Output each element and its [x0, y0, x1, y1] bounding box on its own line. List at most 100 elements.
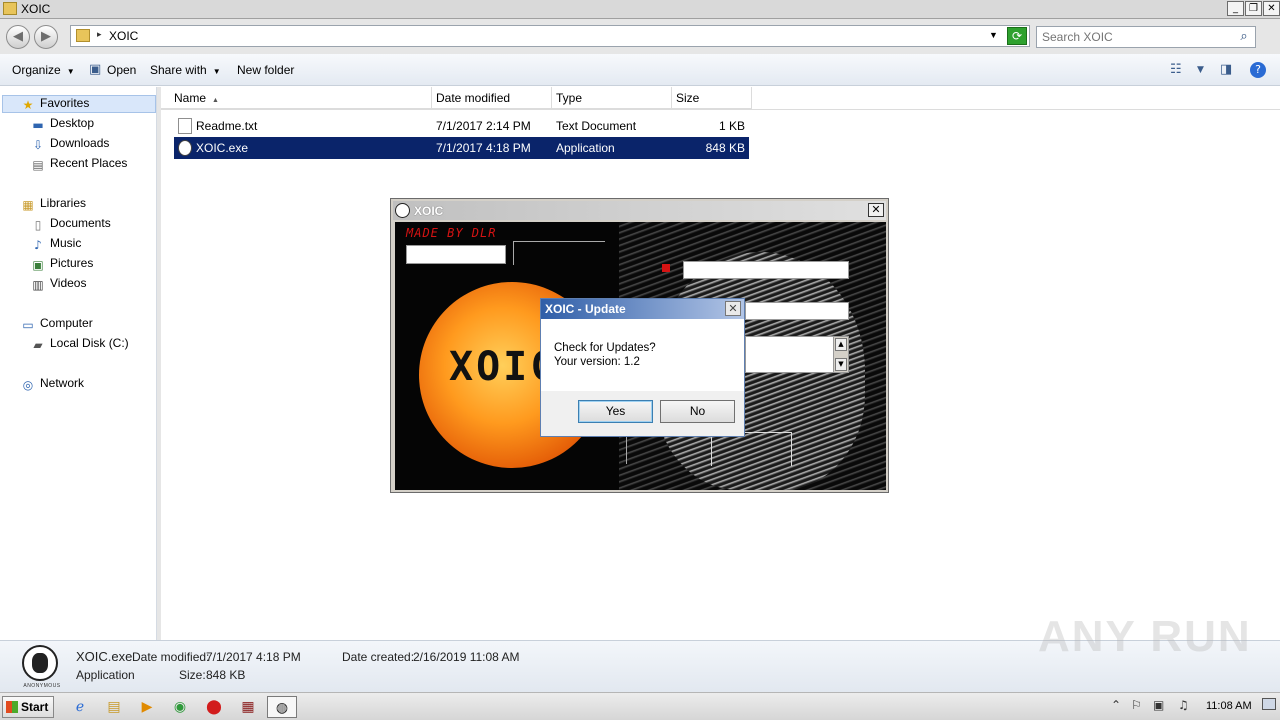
details-size-label: Size: — [179, 668, 206, 682]
file-row-xoic[interactable]: XOIC.exe 7/1/2017 4:18 PM Application 84… — [174, 137, 749, 159]
action-center-flag-icon[interactable]: ⚐ — [1131, 698, 1142, 712]
folder-icon — [3, 2, 17, 15]
show-hidden-icons[interactable]: ⌃ — [1111, 698, 1121, 712]
no-button[interactable]: No — [660, 400, 735, 423]
libraries-icon: ▦ — [22, 198, 34, 212]
column-header-type[interactable]: Type — [552, 87, 672, 109]
media-player-icon[interactable]: ▶ — [135, 696, 159, 718]
thumbnail-caption: ANONYMOUS — [23, 683, 61, 689]
forward-button[interactable]: ▶ — [34, 25, 58, 49]
column-header-size[interactable]: Size — [672, 87, 752, 109]
file-thumbnail: ANONYMOUS — [20, 645, 60, 689]
anonymous-app-icon — [178, 140, 192, 156]
yes-button[interactable]: Yes — [578, 400, 653, 423]
internet-explorer-icon[interactable]: ℯ — [68, 696, 92, 718]
details-created-value: 2/16/2019 11:08 AM — [413, 650, 520, 664]
nav-recent-places[interactable]: ▤ Recent Places — [30, 156, 127, 174]
update-dialog-content: Check for Updates? Your version: 1.2 — [541, 319, 744, 391]
anonymous-face-icon — [32, 653, 48, 673]
divider-line — [626, 434, 627, 464]
nav-music[interactable]: ♪ Music — [30, 236, 81, 254]
taskbar: Start ℯ ▤ ▶ ◉ ⬤ ▦ ◍ ⌃ ⚐ ▣ ♫ 11:08 AM — [0, 692, 1280, 720]
nav-documents[interactable]: ▯ Documents — [30, 216, 111, 234]
address-dropdown-icon[interactable]: ▼ — [989, 30, 998, 40]
view-options-icon[interactable]: ☷ — [1170, 62, 1182, 77]
organize-menu[interactable]: Organize ▼ — [12, 63, 75, 77]
details-created-label: Date created: — [342, 650, 415, 664]
star-icon: ★ — [22, 98, 34, 112]
made-by-label: MADE BY DLR — [406, 226, 497, 240]
restore-button[interactable]: ❐ — [1245, 1, 1262, 16]
details-modified-label: Date modified: — [132, 650, 210, 664]
update-dialog-title: XOIC - Update — [545, 302, 626, 316]
window-titlebar: XOIC _ ❐ ✕ — [0, 0, 1280, 19]
nav-local-disk[interactable]: ▰ Local Disk (C:) — [30, 336, 128, 354]
nav-libraries[interactable]: ▦ Libraries — [20, 196, 86, 214]
organize-label: Organize — [12, 63, 61, 77]
file-date: 7/1/2017 2:14 PM — [436, 119, 531, 133]
start-button[interactable]: Start — [2, 696, 54, 718]
search-icon[interactable]: ⌕ — [1235, 29, 1253, 45]
nav-libraries-label: Libraries — [40, 196, 87, 210]
file-size: 1 KB — [718, 119, 745, 133]
column-name-label: Name — [174, 91, 207, 105]
target-input[interactable] — [406, 245, 506, 264]
nav-computer[interactable]: ▭ Computer — [20, 316, 92, 334]
search-box[interactable]: ⌕ — [1036, 26, 1256, 48]
details-modified-value: 7/1/2017 4:18 PM — [206, 650, 301, 664]
nav-downloads[interactable]: ⇩ Downloads — [30, 136, 109, 154]
preview-pane-icon[interactable]: ◨ — [1220, 62, 1232, 77]
window-title: XOIC — [21, 2, 51, 16]
xoic-close-button[interactable]: ✕ — [868, 203, 884, 217]
nav-videos-label: Videos — [50, 276, 87, 290]
chrome-icon[interactable]: ◉ — [168, 696, 192, 718]
refresh-icon[interactable]: ⟳ — [1007, 27, 1027, 45]
file-explorer-icon[interactable]: ▤ — [102, 696, 126, 718]
windows-logo-icon — [6, 701, 18, 713]
nav-desktop[interactable]: ▬ Desktop — [30, 116, 94, 134]
share-with-menu[interactable]: Share with ▼ — [150, 63, 221, 77]
breadcrumb-xoic[interactable]: XOIC — [109, 29, 138, 43]
update-dialog-titlebar: XOIC - Update ✕ — [541, 299, 744, 319]
scroll-down-icon[interactable]: ▼ — [835, 358, 847, 371]
close-button[interactable]: ✕ — [1263, 1, 1280, 16]
system-clock[interactable]: 11:08 AM — [1206, 700, 1252, 712]
computer-icon: ▭ — [22, 318, 34, 332]
volume-icon[interactable]: ♫ — [1178, 698, 1189, 712]
xoic-window-title: XOIC — [414, 204, 444, 218]
dialog-close-button[interactable]: ✕ — [725, 301, 741, 316]
protocol-list[interactable]: ▲ ▼ — [745, 336, 849, 373]
file-type: Text Document — [556, 119, 637, 133]
minimize-button[interactable]: _ — [1227, 1, 1244, 16]
command-bar: Organize ▼ ▣ Open Share with ▼ New folder … — [0, 54, 1280, 86]
column-header-name[interactable]: Name ▲ — [161, 87, 432, 109]
anyrun-watermark: ANY RUN — [1038, 612, 1252, 661]
nav-documents-label: Documents — [50, 216, 111, 230]
downloads-icon: ⇩ — [32, 138, 44, 152]
network-tray-icon[interactable]: ▣ — [1153, 698, 1164, 712]
nav-network[interactable]: ◎ Network — [20, 376, 84, 394]
file-size: 848 KB — [705, 141, 745, 155]
column-header-date[interactable]: Date modified — [432, 87, 552, 109]
open-button[interactable]: Open — [107, 63, 136, 77]
help-icon[interactable]: ? — [1250, 62, 1266, 78]
winrar-icon[interactable]: ▦ — [236, 696, 260, 718]
back-button[interactable]: ◀ — [6, 25, 30, 49]
opera-icon[interactable]: ⬤ — [202, 696, 226, 718]
view-dropdown-icon[interactable]: ▼ — [1197, 65, 1204, 75]
search-input[interactable] — [1037, 27, 1237, 47]
file-row-readme[interactable]: Readme.txt 7/1/2017 2:14 PM Text Documen… — [174, 115, 749, 137]
nav-pictures[interactable]: ▣ Pictures — [30, 256, 93, 274]
show-desktop-button[interactable] — [1262, 698, 1276, 710]
port-input[interactable] — [745, 302, 849, 320]
protocol-list-scrollbar[interactable]: ▲ ▼ — [833, 337, 848, 372]
new-folder-button[interactable]: New folder — [237, 63, 294, 77]
address-bar[interactable]: ▸ XOIC ▼ ⟳ — [70, 25, 1030, 47]
breadcrumb-arrow-icon[interactable]: ▸ — [97, 29, 102, 40]
nav-videos[interactable]: ▥ Videos — [30, 276, 86, 294]
nav-favorites[interactable]: ★ Favorites — [2, 95, 156, 113]
ip-input[interactable] — [683, 261, 849, 279]
scroll-up-icon[interactable]: ▲ — [835, 338, 847, 351]
open-icon: ▣ — [89, 62, 102, 77]
xoic-taskbar-icon[interactable]: ◍ — [267, 696, 297, 718]
